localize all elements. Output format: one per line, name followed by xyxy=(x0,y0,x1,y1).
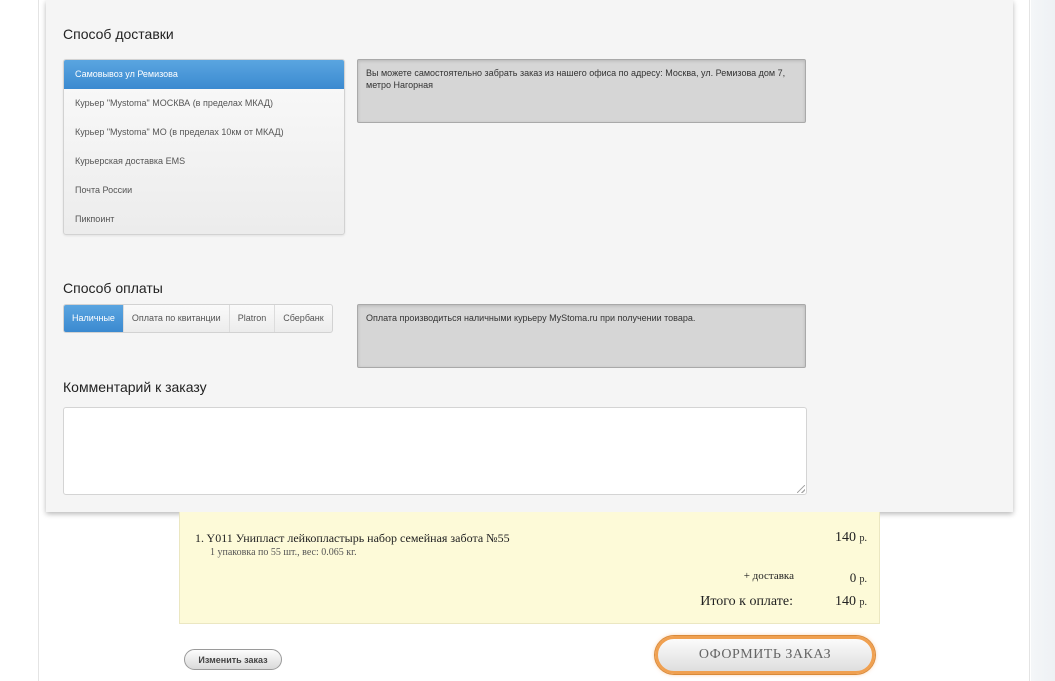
total-price-value: 140 xyxy=(835,594,856,609)
shipping-price: 0 р. xyxy=(850,570,867,586)
delivery-option-courier-moscow[interactable]: Курьер "Mystoma" МОСКВА (в пределах МКАД… xyxy=(64,89,344,118)
delivery-option-russian-post[interactable]: Почта России xyxy=(64,176,344,205)
order-item-price-value: 140 xyxy=(835,530,856,545)
currency-label: р. xyxy=(859,574,868,585)
currency-label: р. xyxy=(859,597,868,608)
order-item-details: 1 упаковка по 55 шт., вес: 0.065 кг. xyxy=(210,547,357,558)
payment-tab-receipt[interactable]: Оплата по квитанции xyxy=(124,305,230,332)
shipping-price-value: 0 xyxy=(849,570,857,585)
total-price: 140 р. xyxy=(835,594,867,610)
delivery-option-pickpoint[interactable]: Пикпоинт xyxy=(64,205,344,234)
edit-order-button[interactable]: Изменить заказ xyxy=(184,649,282,670)
payment-tab-cash[interactable]: Наличные xyxy=(64,305,124,332)
delivery-option-pickup[interactable]: Самовывоз ул Ремизова xyxy=(64,60,344,89)
payment-tab-platron[interactable]: Platron xyxy=(230,305,276,332)
order-item-price: 140 р. xyxy=(835,530,867,546)
page-edge-shade xyxy=(1031,0,1055,681)
currency-label: р. xyxy=(859,533,868,544)
payment-title: Способ оплаты xyxy=(63,280,163,296)
delivery-option-courier-mo[interactable]: Курьер "Mystoma" МО (в пределах 10км от … xyxy=(64,118,344,147)
submit-order-button[interactable]: ОФОРМИТЬ ЗАКАЗ xyxy=(655,636,875,674)
delivery-option-ems[interactable]: Курьерская доставка EMS xyxy=(64,147,344,176)
payment-method-tabs: Наличные Оплата по квитанции Platron Сбе… xyxy=(63,304,333,333)
payment-tab-sberbank[interactable]: Сбербанк xyxy=(275,305,331,332)
delivery-info-box: Вы можете самостоятельно забрать заказ и… xyxy=(357,59,806,123)
shipping-label: + доставка xyxy=(743,570,794,582)
payment-info-box: Оплата производиться наличными курьеру M… xyxy=(357,304,806,368)
order-summary: 1. Y011 Унипласт лейкопластырь набор сем… xyxy=(179,512,880,624)
order-item-title: 1. Y011 Унипласт лейкопластырь набор сем… xyxy=(195,531,510,545)
delivery-method-list: Самовывоз ул Ремизова Курьер "Mystoma" М… xyxy=(63,59,345,235)
delivery-title: Способ доставки xyxy=(63,26,174,42)
textarea-resize-handle[interactable] xyxy=(797,485,805,493)
order-comment-textarea[interactable] xyxy=(63,407,807,495)
comment-title: Комментарий к заказу xyxy=(63,379,207,395)
total-label: Итого к оплате: xyxy=(700,594,793,609)
